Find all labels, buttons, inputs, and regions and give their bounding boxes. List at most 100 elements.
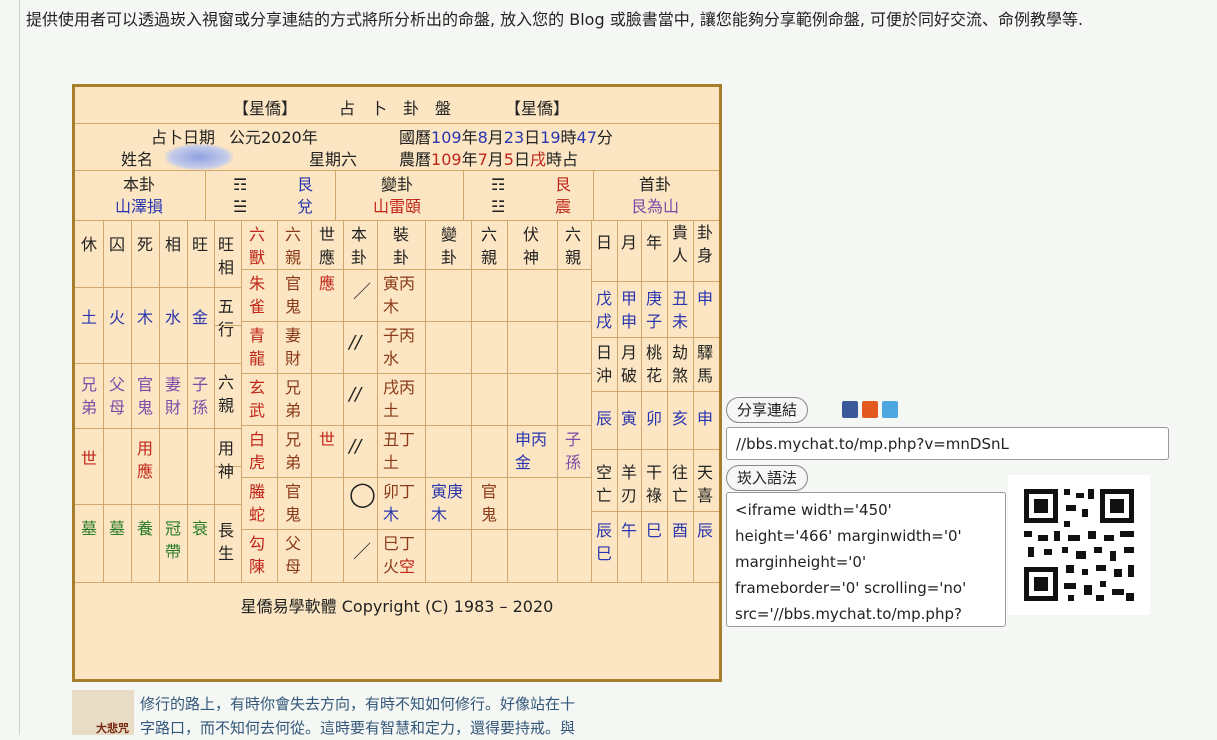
shou-gua-name: 艮為山 — [631, 197, 680, 216]
right-label-yuepo: 月破 — [621, 343, 638, 385]
twitter-icon[interactable] — [882, 401, 898, 418]
embed-code-textarea[interactable]: <iframe width='450' height='466' marginw… — [726, 492, 1006, 627]
changsheng-1: 墓 — [81, 519, 98, 538]
qr-code-icon — [1008, 475, 1150, 615]
liuqin-guangui: 官鬼 — [137, 375, 154, 417]
right-label-ganlu: 干祿 — [646, 463, 663, 505]
yao-row-shiying: 應 — [319, 274, 336, 293]
ben-upper-name: 艮 — [297, 175, 314, 194]
right-label-richong: 日沖 — [596, 343, 613, 385]
changsheng-4: 冠帶 — [165, 519, 182, 561]
yao-row-line-icon: ／ — [353, 282, 371, 303]
yao-header-liuqin2: 六親 — [481, 225, 498, 267]
right-label-yima: 驛馬 — [697, 343, 714, 385]
right-jiesha-value: 亥 — [672, 409, 689, 428]
yao-row-zhuang-stem: 卯丁 — [383, 482, 416, 501]
yao-row-liuqin: 官鬼 — [285, 482, 302, 524]
right-label-taohua: 桃花 — [646, 343, 663, 385]
yao-row-zhuang-stem: 巳丁 — [383, 534, 416, 553]
wuxing-tu: 土 — [81, 308, 98, 327]
yao-row-liuqin: 父母 — [285, 534, 302, 576]
ben-gua-label: 本卦 — [123, 175, 156, 194]
yao-row-bian-element: 木 — [431, 505, 448, 524]
right-month-value: 甲申 — [621, 289, 638, 331]
yao-header-fushen: 伏神 — [523, 225, 540, 267]
right-header-year: 年 — [646, 233, 663, 252]
yao-row-line-icon: // — [349, 436, 362, 457]
yao-row-zhuang-stem: 子丙 — [383, 326, 416, 345]
share-url-field[interactable]: //bbs.mychat.to/mp.php?v=mnDSnL — [726, 427, 1169, 460]
yao-row-fushen-liuqin: 子孫 — [565, 430, 582, 472]
right-yima-value: 申 — [697, 409, 714, 428]
yao-row-bian-stem: 寅庚 — [431, 482, 464, 501]
right-kongwang-value: 辰巳 — [596, 521, 613, 563]
guoli-date: 國曆109年8月23日19時47分 — [399, 128, 613, 147]
facebook-icon[interactable] — [842, 401, 858, 418]
embed-line: src='//bbs.mychat.to/mp.php? — [735, 605, 962, 623]
intro-text: 提供使用者可以透過崁入視窗或分享連結的方式將所分析出的命盤, 放入您的 Blog… — [26, 10, 1084, 29]
weekday: 星期六 — [309, 150, 358, 169]
liuqin-fumu: 父母 — [109, 375, 126, 417]
liuqin-xiongdi: 兄弟 — [81, 375, 98, 417]
name-redacted — [165, 144, 233, 170]
footer-line: 字路口，而不知何去何從。這時要有智慧和定力，還得要持戒。與 — [140, 719, 576, 737]
right-label-kongwang: 空亡 — [596, 463, 613, 505]
right-wangwang-value: 酉 — [672, 521, 689, 540]
right-header-day: 日 — [596, 233, 613, 252]
yao-row-line-icon: // — [349, 332, 362, 353]
ben-lower-name: 兌 — [297, 197, 314, 216]
header-xiang: 相 — [165, 235, 182, 254]
liuqin-zisun: 子孫 — [192, 375, 209, 417]
shi-marker: 世 — [81, 449, 98, 468]
yao-header-liuqin3: 六親 — [565, 225, 582, 267]
yao-row-liuqin: 官鬼 — [285, 274, 302, 316]
wuxing-huo: 火 — [109, 308, 126, 327]
header-wang: 旺 — [192, 235, 209, 254]
yao-row-moving-circle-icon: ◯ — [349, 480, 376, 508]
right-day-value: 戊戌 — [596, 289, 613, 331]
chart-title: 占 卜 卦 盤 — [339, 99, 452, 118]
label-yongshen: 用神 — [218, 439, 235, 481]
right-tianxi-value: 辰 — [697, 521, 714, 540]
right-header-month: 月 — [621, 233, 638, 252]
changsheng-2: 墓 — [109, 519, 126, 538]
embed-code-button[interactable]: 崁入語法 — [726, 465, 809, 491]
yao-row-zhuang-element: 火空 — [383, 557, 416, 576]
yao-row-zhuang-stem: 戌丙 — [383, 378, 416, 397]
yao-header-biangua: 變卦 — [441, 225, 458, 267]
right-label-wangwang: 往亡 — [672, 463, 689, 505]
wuxing-mu: 木 — [137, 308, 154, 327]
gua-row: 本卦 山澤損 ☶ ☱ 艮 兌 變卦 山雷頤 ☶ ☳ 艮 震 首卦 艮為山 — [75, 171, 719, 221]
yao-header-liushou: 六獸 — [249, 225, 266, 267]
right-yuepo-value: 寅 — [621, 409, 638, 428]
header-xiu: 休 — [81, 235, 98, 254]
yao-row-liushou: 勾陳 — [249, 534, 266, 576]
bian-lower-trigram-icon: ☳ — [491, 197, 506, 216]
yao-row-liuqin: 兄弟 — [285, 430, 302, 472]
liuqin-qicai: 妻財 — [165, 375, 182, 417]
ben-lower-trigram-icon: ☱ — [233, 197, 248, 216]
yao-header-shiying: 世應 — [319, 225, 336, 267]
embed-line: <iframe width='450' — [735, 501, 892, 519]
copyright: 星僑易學軟體 Copyright (C) 1983 – 2020 — [240, 597, 554, 616]
wuxing-jin: 金 — [192, 308, 209, 327]
name-label: 姓名 — [121, 150, 154, 169]
date-block: 占卜日期 公元2020年 國曆109年8月23日19時47分 姓名 星期六 農曆… — [75, 124, 719, 171]
title-left: 【星僑】 — [233, 99, 298, 118]
main-grid: 休 囚 死 相 旺 旺相 土 火 木 水 金 五行 兄弟 父母 官鬼 妻財 子孫… — [75, 221, 719, 583]
share-link-button[interactable]: 分享連結 — [726, 397, 809, 423]
yao-row-zhuang-stem: 丑丁 — [383, 430, 416, 449]
plurk-icon[interactable] — [862, 401, 878, 418]
right-taohua-value: 卯 — [646, 409, 663, 428]
right-guiren-value: 丑未 — [672, 289, 689, 331]
gregorian-year: 公元2020年 — [229, 128, 318, 147]
right-ganlu-value: 巳 — [646, 521, 663, 540]
header-si: 死 — [137, 235, 154, 254]
changsheng-5: 衰 — [192, 519, 209, 538]
yao-row-bian-liuqin: 官鬼 — [481, 482, 498, 524]
yong-ying-marker: 用應 — [137, 439, 154, 481]
yao-row-zhuang-element: 木 — [383, 505, 400, 524]
right-label-jiesha: 劫煞 — [672, 343, 689, 385]
yao-row-fushen-stem: 申丙 — [515, 430, 548, 449]
label-wang-xiang: 旺相 — [218, 235, 235, 277]
